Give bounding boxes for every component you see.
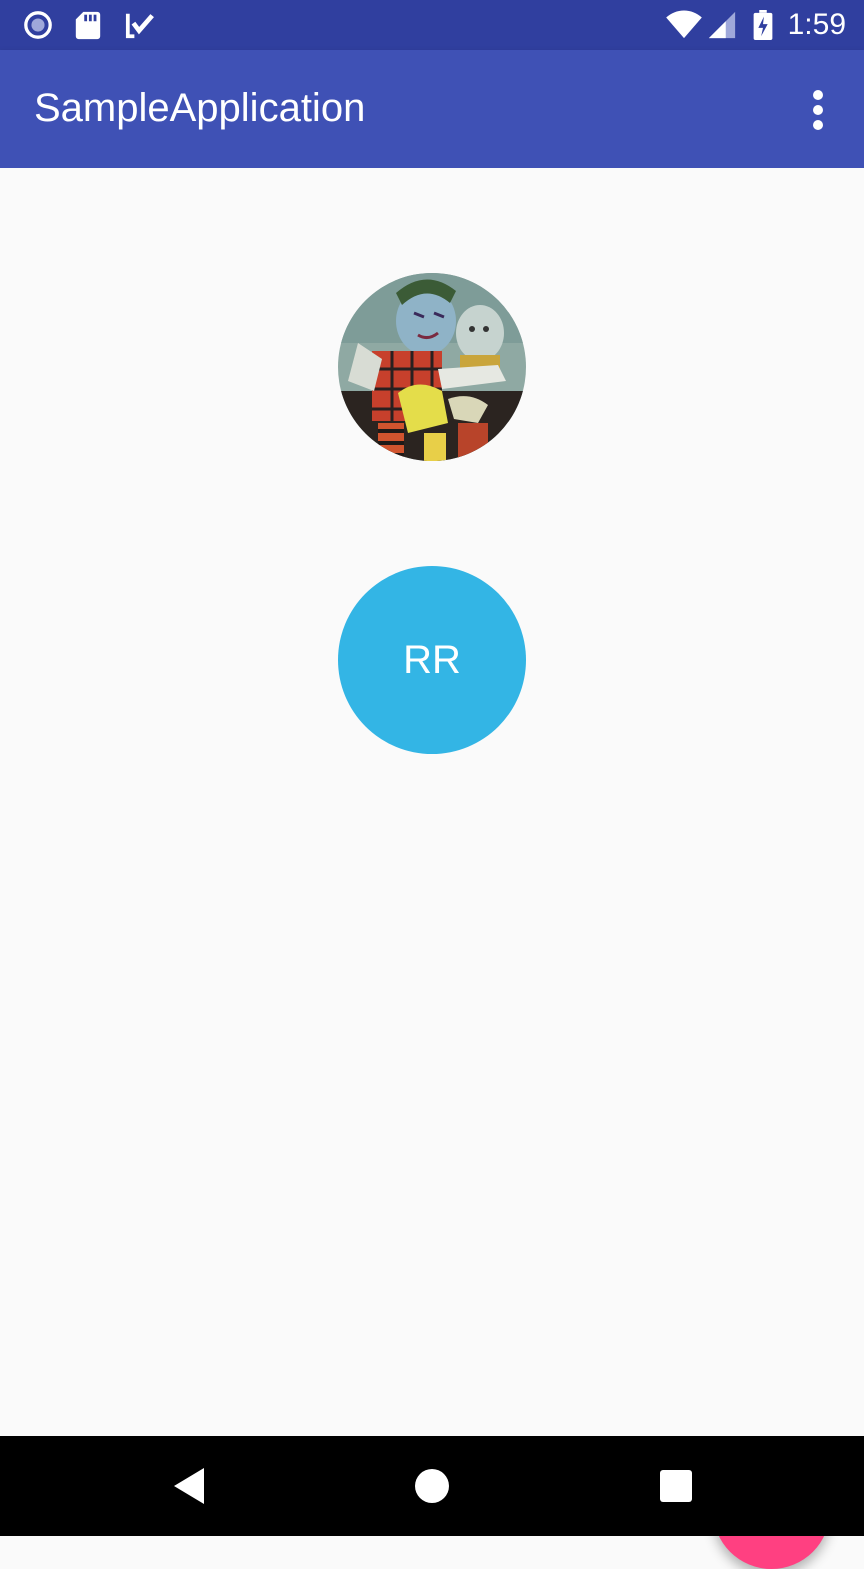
radio-circle-icon — [24, 11, 52, 39]
initials-text: RR — [403, 637, 461, 682]
status-bar: 1:59 — [0, 0, 864, 50]
initials-avatar: RR — [338, 566, 526, 754]
cell-signal-icon — [708, 11, 736, 39]
back-icon[interactable] — [168, 1464, 212, 1508]
wifi-icon — [666, 10, 702, 39]
task-check-icon — [125, 13, 154, 39]
main-content: RR — [0, 168, 864, 1569]
recents-icon[interactable] — [654, 1464, 698, 1508]
painting-avatar-image — [338, 273, 526, 461]
home-icon[interactable] — [410, 1464, 454, 1508]
more-vert-icon[interactable] — [802, 88, 834, 132]
sd-card-icon — [75, 11, 101, 40]
battery-charging-icon — [753, 10, 773, 40]
status-time: 1:59 — [787, 8, 846, 41]
app-bar: SampleApplication — [0, 50, 864, 168]
navigation-bar — [0, 1436, 864, 1536]
app-title: SampleApplication — [34, 86, 366, 130]
